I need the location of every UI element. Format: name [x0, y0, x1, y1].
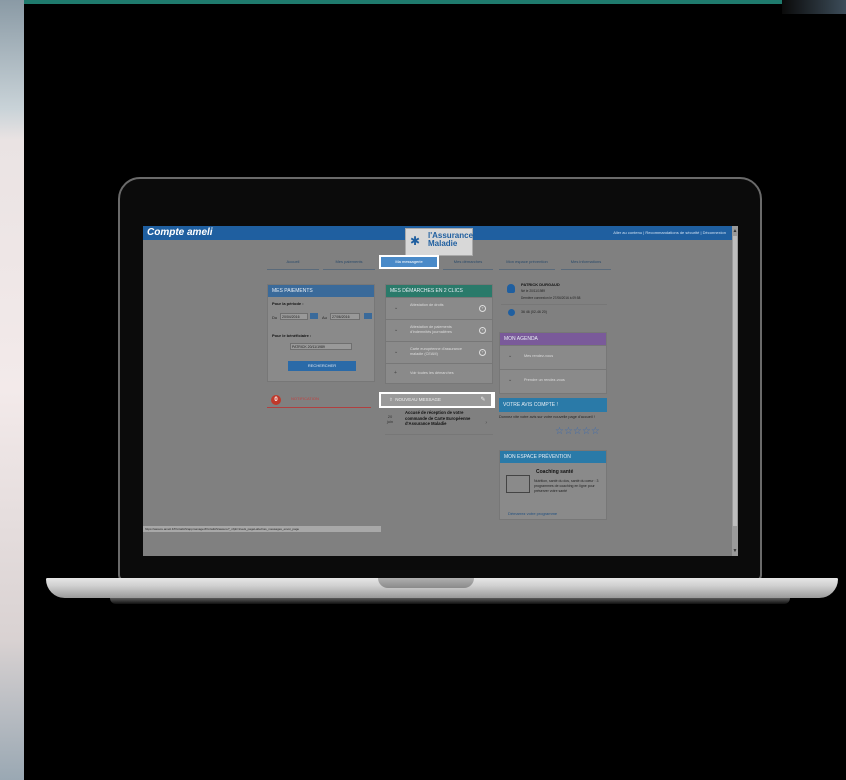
background-photo-left: [0, 0, 24, 780]
help-icon[interactable]: ?: [479, 349, 486, 356]
message-divider: [385, 434, 493, 435]
feedback-text: Donnez vite votre avis sur votre nouvell…: [499, 415, 595, 419]
prevention-title: MON ESPACE PRÉVENTION: [500, 451, 606, 463]
demarche-item[interactable]: ⌄ Carte européenne d'assurance maladie (…: [386, 341, 492, 364]
coaching-link[interactable]: Démarrez votre programme: [508, 511, 557, 516]
demarches-title: MES DÉMARCHES EN 2 CLICS: [386, 285, 492, 297]
demarche-item[interactable]: ⌄ Attestation de paiements d'indemnités …: [386, 319, 492, 342]
laptop-illustration-icon: [506, 475, 530, 493]
new-message-text: NOUVEAU MESSAGE: [395, 397, 442, 402]
scrollbar-thumb[interactable]: [733, 236, 737, 526]
tab-demarches[interactable]: Mes démarches: [443, 257, 493, 270]
new-message-label: ⇧ NOUVEAU MESSAGE: [389, 397, 442, 402]
notification[interactable]: 0 NOTIFICATION: [267, 393, 371, 408]
chevron-down-icon: ⌄: [394, 327, 399, 333]
main-nav: Accueil Mes paiements Ma messagerie Mes …: [267, 255, 611, 270]
message-subject: Accusé de réception de votre commande de…: [405, 410, 471, 426]
all-demarches-link[interactable]: + Voir toutes les démarches: [386, 363, 492, 384]
background-photo-right: [782, 0, 846, 14]
tab-messagerie[interactable]: Ma messagerie: [379, 255, 439, 269]
chevron-down-icon: ⌄: [508, 377, 513, 383]
prevention-panel: MON ESPACE PRÉVENTION Coaching santé Nut…: [499, 450, 607, 520]
demarche-label: Carte européenne d'assurance maladie (CE…: [410, 347, 463, 356]
plus-icon: +: [394, 370, 397, 376]
help-icon[interactable]: ?: [479, 305, 486, 312]
help-icon[interactable]: ?: [479, 327, 486, 334]
profile-phone: 36 46 (02-46 20): [521, 310, 547, 314]
search-button[interactable]: RECHERCHER: [288, 361, 356, 371]
logo-line-2: Maladie: [428, 239, 458, 248]
agenda-item[interactable]: ⌄ Mes rendez-vous: [500, 345, 606, 368]
profile-name: PATRICK DURGAUD: [521, 282, 560, 287]
chevron-down-icon: ⌄: [394, 305, 399, 311]
tab-paiements[interactable]: Mes paiements: [323, 257, 375, 270]
chevron-down-icon: ⌄: [508, 353, 513, 359]
scrollbar[interactable]: ▲ ▼: [732, 226, 738, 556]
pencil-icon[interactable]: ✎: [479, 396, 487, 404]
new-message-bar: ⇧ NOUVEAU MESSAGE ✎: [381, 394, 491, 406]
browser-status-bar: https://assure.ameli.fr/PortailAS/appman…: [143, 526, 381, 532]
agenda-panel: MON AGENDA ⌄ Mes rendez-vous ⌄ Prendre u…: [499, 332, 607, 394]
coaching-text: Nutrition, santé du dos, santé du cœur :…: [534, 479, 599, 493]
new-message-button[interactable]: ⇧ NOUVEAU MESSAGE ✎: [379, 392, 495, 408]
demarche-item[interactable]: ⌄ Attestation de droits ?: [386, 297, 492, 320]
coaching-title: Coaching santé: [536, 469, 574, 475]
scroll-down-icon[interactable]: ▼: [732, 548, 738, 554]
agenda-label: Prendre un rendez-vous: [524, 378, 565, 382]
chevron-right-icon: ›: [485, 420, 487, 426]
logo-icon: ✱: [410, 234, 421, 248]
feedback-title: VOTRE AVIS COMPTE !: [499, 398, 607, 412]
beneficiary-label: Pour le bénéficiaire :: [272, 333, 312, 338]
calendar-icon[interactable]: [310, 313, 318, 319]
chevron-down-icon: ⌄: [394, 349, 399, 355]
laptop-foot: [110, 598, 790, 604]
feedback-panel: VOTRE AVIS COMPTE ! Donnez vite votre av…: [499, 398, 607, 442]
rating-stars[interactable]: ☆☆☆☆☆: [555, 426, 600, 437]
from-date-input[interactable]: 20/04/2016: [280, 313, 308, 320]
brand-title: Compte ameli: [147, 227, 213, 238]
agenda-label: Mes rendez-vous: [524, 354, 554, 358]
message-item[interactable]: 20 juin Accusé de réception de votre com…: [385, 410, 491, 434]
payments-panel: MES PAIEMENTS Pour la période : Du 20/04…: [267, 284, 375, 382]
assurance-maladie-logo[interactable]: ✱ l'Assurance Maladie: [405, 228, 473, 256]
scroll-up-icon[interactable]: ▲: [732, 228, 738, 234]
profile-divider: [501, 304, 607, 305]
laptop-notch: [378, 578, 474, 588]
to-date-input[interactable]: 27/06/2016: [330, 313, 360, 320]
user-icon: [507, 284, 515, 293]
demarches-panel: MES DÉMARCHES EN 2 CLICS ⌄ Attestation d…: [385, 284, 493, 384]
beneficiary-select[interactable]: PATRICK 20/11/1989: [290, 343, 352, 350]
profile-last-login: Dernière connexion le 27/06/2016 à 09:58: [521, 296, 581, 300]
calendar-icon[interactable]: [364, 313, 372, 319]
tab-accueil[interactable]: Accueil: [267, 257, 319, 270]
background-teal-strip: [24, 0, 846, 4]
from-label: Du: [272, 315, 278, 320]
agenda-title: MON AGENDA: [500, 333, 606, 345]
agenda-item[interactable]: ⌄ Prendre un rendez-vous: [500, 369, 606, 392]
tab-informations[interactable]: Mes informations: [561, 257, 611, 270]
payments-title: MES PAIEMENTS: [268, 285, 374, 297]
logo-text: l'Assurance Maladie: [428, 232, 473, 248]
laptop-screen: Compte ameli Aller au contenu | Recomman…: [143, 226, 738, 556]
tab-prevention[interactable]: Mon espace prévention: [499, 257, 555, 270]
to-label: Au: [322, 315, 327, 320]
message-date: 20 juin: [386, 414, 394, 424]
top-links[interactable]: Aller au contenu | Recommandations de sé…: [613, 226, 726, 240]
profile-born: Né le 20/11/1989: [521, 289, 546, 293]
phone-icon: [508, 309, 515, 316]
demarche-label: Attestation de paiements d'indemnités jo…: [410, 325, 452, 334]
demarche-label: Attestation de droits: [410, 303, 444, 307]
all-demarches-label: Voir toutes les démarches: [410, 371, 454, 375]
period-label: Pour la période :: [272, 301, 304, 306]
notification-badge: 0: [271, 395, 281, 405]
notification-label: NOTIFICATION: [291, 396, 319, 401]
